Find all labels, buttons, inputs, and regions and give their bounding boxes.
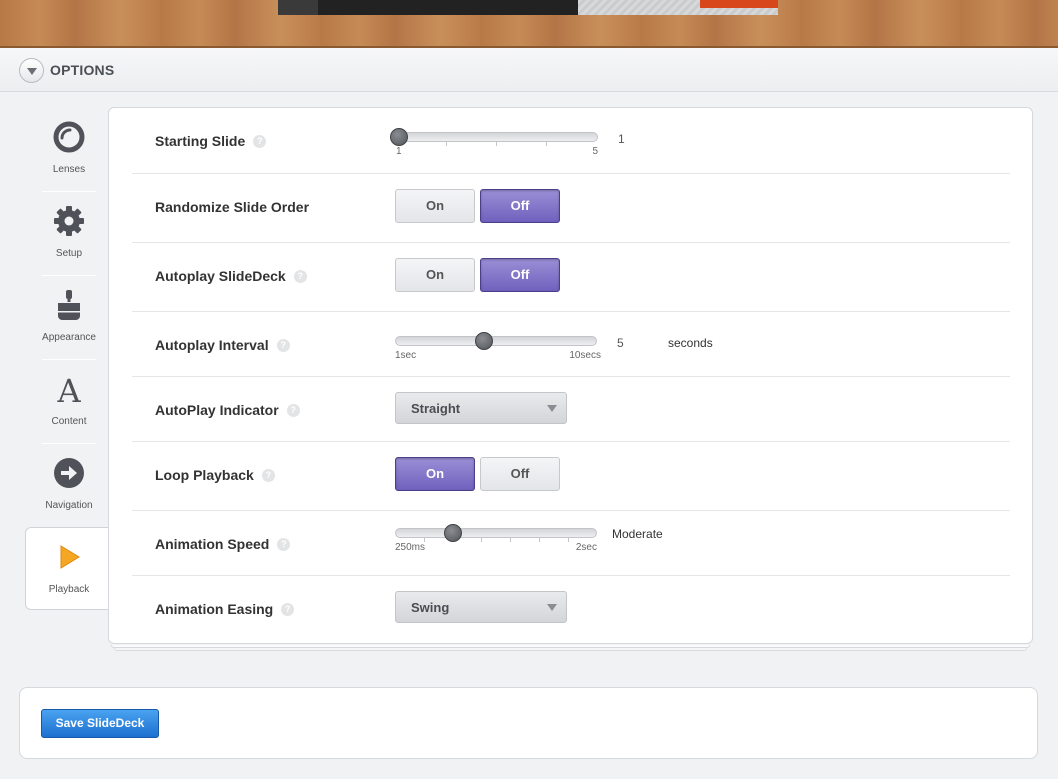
option-label-text: Starting Slide <box>155 133 246 149</box>
option-label-text: AutoPlay Indicator <box>155 402 279 418</box>
option-row-autoplay-interval: Autoplay Interval? 1sec 10secs 5 seconds <box>132 312 1010 377</box>
help-icon[interactable]: ? <box>253 134 267 148</box>
play-icon <box>60 545 80 569</box>
option-label-text: Animation Speed <box>155 536 270 552</box>
option-row-autoplay: Autoplay SlideDeck? On Off <box>132 243 1010 312</box>
options-header: OPTIONS <box>0 48 1058 92</box>
option-label: AutoPlay Indicator? <box>155 402 300 418</box>
preview-dark-area <box>278 0 318 15</box>
sidebar-item-label: Playback <box>48 584 90 595</box>
paintbrush-icon <box>58 290 80 320</box>
option-label-text: Autoplay SlideDeck <box>155 268 286 284</box>
slider-tick <box>539 538 540 542</box>
slider-track[interactable] <box>395 528 597 538</box>
option-label: Animation Easing? <box>155 601 295 617</box>
lens-icon <box>53 121 85 153</box>
gear-icon <box>54 206 84 236</box>
help-icon[interactable]: ? <box>281 602 295 616</box>
help-icon[interactable]: ? <box>277 537 291 551</box>
option-label: Starting Slide? <box>155 133 267 149</box>
typography-icon: A <box>56 373 81 405</box>
slider-track[interactable] <box>396 132 598 142</box>
option-label: Autoplay Interval? <box>155 337 290 353</box>
randomize-off-button[interactable]: Off <box>480 189 560 223</box>
slider-min-label: 250ms <box>395 542 426 553</box>
slider-handle[interactable] <box>475 332 493 350</box>
option-row-loop: Loop Playback? On Off <box>132 442 1010 511</box>
select-value: Swing <box>411 600 450 615</box>
sidebar-item-label: Navigation <box>45 500 93 511</box>
animation-easing-select[interactable]: Swing <box>395 591 567 623</box>
svg-text:A: A <box>56 373 81 405</box>
option-label-text: Autoplay Interval <box>155 337 269 353</box>
arrow-right-circle-icon <box>54 458 84 488</box>
options-title: OPTIONS <box>50 62 115 78</box>
help-icon[interactable]: ? <box>286 403 300 417</box>
sidebar-item-setup[interactable]: Setup <box>42 191 96 273</box>
slider-track[interactable] <box>395 336 597 346</box>
slider-tick <box>568 538 569 542</box>
help-icon[interactable]: ? <box>276 338 290 352</box>
loop-on-button[interactable]: On <box>395 457 475 491</box>
slider-min-label: 1sec <box>395 350 417 361</box>
option-label: Animation Speed? <box>155 536 291 552</box>
sidebar-item-label: Content <box>51 416 87 427</box>
sidebar-item-playback[interactable]: Playback <box>42 527 96 609</box>
panel-stack-edge <box>111 645 1030 648</box>
autoplay-indicator-select[interactable]: Straight <box>395 392 567 424</box>
option-row-animation-easing: Animation Easing? Swing <box>132 576 1010 642</box>
option-row-randomize: Randomize Slide Order On Off <box>132 174 1010 243</box>
slider-min-label: 1 <box>396 146 402 157</box>
save-slidedeck-button[interactable]: Save SlideDeck <box>41 709 159 738</box>
select-value: Straight <box>411 401 461 416</box>
sidebar-item-lenses[interactable]: Lenses <box>42 107 96 189</box>
slider-max-label: 2sec <box>575 542 597 553</box>
slider-tick <box>481 538 482 542</box>
slider-handle[interactable] <box>444 524 462 542</box>
slider-handle[interactable] <box>390 128 408 146</box>
chevron-down-icon <box>547 604 557 611</box>
save-panel: Save SlideDeck <box>19 687 1038 759</box>
sidebar-item-content[interactable]: A Content <box>42 359 96 441</box>
option-row-autoplay-indicator: AutoPlay Indicator? Straight <box>132 377 1010 442</box>
loop-off-button[interactable]: Off <box>480 457 560 491</box>
sidebar-item-appearance[interactable]: Appearance <box>42 275 96 357</box>
slider-max-label: 5 <box>592 146 598 157</box>
starting-slide-value: 1 <box>618 132 625 146</box>
autoplay-off-button[interactable]: Off <box>480 258 560 292</box>
collapse-toggle-icon[interactable] <box>19 58 44 83</box>
autoplay-on-button[interactable]: On <box>395 258 475 292</box>
panel-stack-edge <box>114 648 1027 651</box>
preview-orange-bar <box>700 0 778 8</box>
help-icon[interactable]: ? <box>261 468 275 482</box>
slider-tick <box>546 142 547 146</box>
option-label: Autoplay SlideDeck? <box>155 268 307 284</box>
sidebar-item-navigation[interactable]: Navigation <box>42 443 96 525</box>
slider-tick <box>446 142 447 146</box>
slider-max-label: 10secs <box>569 350 601 361</box>
sidebar-item-label: Appearance <box>42 332 96 343</box>
option-row-starting-slide: Starting Slide? 1 5 1 <box>132 108 1010 174</box>
option-label-text: Loop Playback <box>155 467 254 483</box>
slidedeck-preview <box>278 0 778 15</box>
option-label: Loop Playback? <box>155 467 275 483</box>
sidebar-item-label: Lenses <box>52 164 86 175</box>
autoplay-interval-value: 5 <box>617 336 624 350</box>
randomize-on-button[interactable]: On <box>395 189 475 223</box>
option-row-animation-speed: Animation Speed? 250ms 2sec Moderate <box>132 511 1010 576</box>
preview-background <box>0 0 1058 48</box>
animation-speed-value: Moderate <box>612 527 663 541</box>
autoplay-interval-unit: seconds <box>668 336 713 350</box>
option-label: Randomize Slide Order <box>155 199 310 215</box>
chevron-down-icon <box>547 405 557 412</box>
help-icon[interactable]: ? <box>293 269 307 283</box>
sidebar-item-label: Setup <box>55 248 83 259</box>
slider-tick <box>496 142 497 146</box>
slider-tick <box>510 538 511 542</box>
option-label-text: Animation Easing <box>155 601 274 617</box>
